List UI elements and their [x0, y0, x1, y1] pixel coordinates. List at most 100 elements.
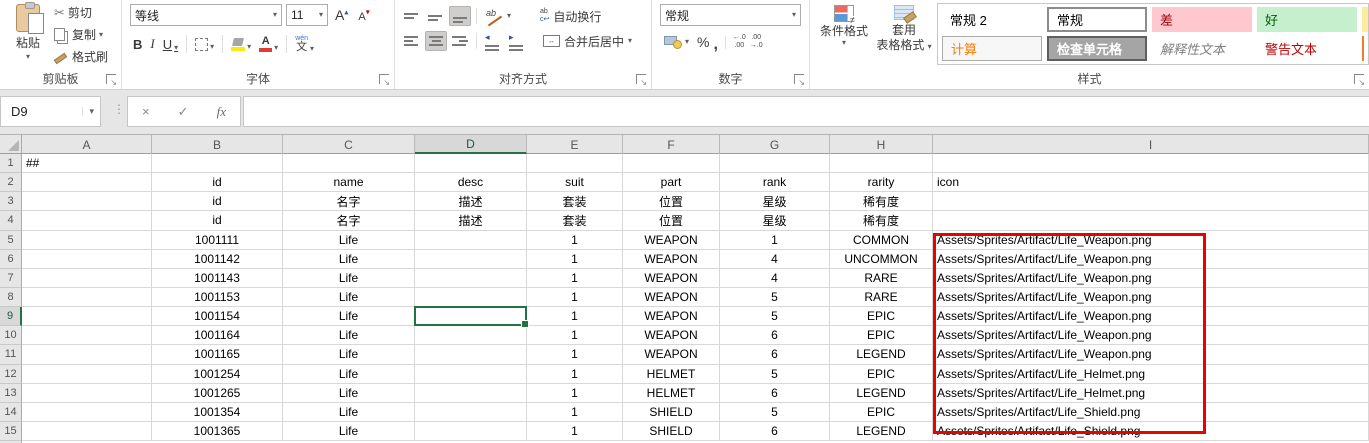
cell-D7[interactable]	[415, 269, 527, 288]
cell-H7[interactable]: RARE	[830, 269, 933, 288]
copy-dropdown-arrow[interactable]: ▾	[99, 31, 103, 39]
cell-C15[interactable]: Life	[283, 422, 415, 441]
cell-I8[interactable]: Assets/Sprites/Artifact/Life_Weapon.png	[933, 288, 1369, 307]
number-format-arrow[interactable]: ▾	[792, 11, 796, 19]
cell-B15[interactable]: 1001365	[152, 422, 283, 441]
row-header-14[interactable]: 14	[0, 403, 22, 422]
italic-button[interactable]: I	[147, 34, 157, 54]
merge-center-button[interactable]: ↔ 合并后居中 ▾	[540, 33, 635, 50]
cell-C14[interactable]: Life	[283, 403, 415, 422]
comma-style-button[interactable]: ,	[713, 35, 717, 49]
cell-G9[interactable]: 5	[720, 307, 830, 326]
cell-F2[interactable]: part	[623, 173, 720, 192]
cell-A13[interactable]	[22, 384, 152, 403]
cell-E15[interactable]: 1	[527, 422, 623, 441]
cell-C9[interactable]: Life	[283, 307, 415, 326]
col-header-H[interactable]: H	[830, 135, 933, 154]
cell-D5[interactable]	[415, 231, 527, 250]
col-header-C[interactable]: C	[283, 135, 415, 154]
cell-B1[interactable]	[152, 154, 283, 173]
cell-D8[interactable]	[415, 288, 527, 307]
row-header-6[interactable]: 6	[0, 250, 22, 269]
cell-D9[interactable]	[415, 307, 527, 326]
cell-D6[interactable]	[415, 250, 527, 269]
cell-B6[interactable]: 1001142	[152, 250, 283, 269]
style-chip-partial-9[interactable]	[1362, 36, 1369, 61]
cell-C4[interactable]: 名字	[283, 211, 415, 230]
cell-D10[interactable]	[415, 326, 527, 345]
cell-I7[interactable]: Assets/Sprites/Artifact/Life_Weapon.png	[933, 269, 1369, 288]
alignment-dialog-launcher[interactable]	[636, 74, 646, 84]
cell-E3[interactable]: 套装	[527, 192, 623, 211]
cell-H10[interactable]: EPIC	[830, 326, 933, 345]
orientation-arrow[interactable]: ▾	[507, 12, 511, 20]
font-name-combo[interactable]: 等线 ▾	[130, 4, 282, 26]
cell-F4[interactable]: 位置	[623, 211, 720, 230]
fill-color-button[interactable]: ▾	[228, 36, 254, 53]
cell-A8[interactable]	[22, 288, 152, 307]
cell-H15[interactable]: LEGEND	[830, 422, 933, 441]
cell-G3[interactable]: 星级	[720, 192, 830, 211]
font-name-arrow[interactable]: ▾	[273, 11, 277, 19]
cell-I2[interactable]: icon	[933, 173, 1369, 192]
cell-I4[interactable]	[933, 211, 1369, 230]
cell-D4[interactable]: 描述	[415, 211, 527, 230]
cell-B12[interactable]: 1001254	[152, 365, 283, 384]
row-header-1[interactable]: 1	[0, 154, 22, 173]
col-header-G[interactable]: G	[720, 135, 830, 154]
cell-F3[interactable]: 位置	[623, 192, 720, 211]
cell-B13[interactable]: 1001265	[152, 384, 283, 403]
cell-F10[interactable]: WEAPON	[623, 326, 720, 345]
cell-H4[interactable]: 稀有度	[830, 211, 933, 230]
cell-A6[interactable]	[22, 250, 152, 269]
cell-C10[interactable]: Life	[283, 326, 415, 345]
col-header-A[interactable]: A	[22, 135, 152, 154]
cell-E12[interactable]: 1	[527, 365, 623, 384]
cell-E9[interactable]: 1	[527, 307, 623, 326]
col-header-F[interactable]: F	[623, 135, 720, 154]
format-painter-button[interactable]: 格式刷	[50, 47, 112, 66]
underline-button[interactable]: U▾	[160, 35, 181, 54]
enter-button[interactable]: ✓	[178, 104, 189, 120]
cell-H8[interactable]: RARE	[830, 288, 933, 307]
cell-B11[interactable]: 1001165	[152, 345, 283, 364]
cell-I12[interactable]: Assets/Sprites/Artifact/Life_Helmet.png	[933, 365, 1369, 384]
formula-bar-resizer[interactable]: ⋮	[113, 102, 125, 116]
cell-H11[interactable]: LEGEND	[830, 345, 933, 364]
cell-D14[interactable]	[415, 403, 527, 422]
cell-A7[interactable]	[22, 269, 152, 288]
cell-H6[interactable]: UNCOMMON	[830, 250, 933, 269]
name-box[interactable]: D9 ▾	[0, 96, 101, 127]
cell-C11[interactable]: Life	[283, 345, 415, 364]
shrink-font-button[interactable]: A▾	[355, 7, 372, 23]
cell-H5[interactable]: COMMON	[830, 231, 933, 250]
row-header-15[interactable]: 15	[0, 422, 22, 441]
phonetic-arrow[interactable]: ▾	[310, 45, 314, 53]
cell-E1[interactable]	[527, 154, 623, 173]
cell-I13[interactable]: Assets/Sprites/Artifact/Life_Helmet.png	[933, 384, 1369, 403]
merge-center-arrow[interactable]: ▾	[628, 37, 632, 45]
formula-input[interactable]	[243, 96, 1369, 127]
col-header-B[interactable]: B	[152, 135, 283, 154]
cell-G6[interactable]: 4	[720, 250, 830, 269]
cell-B7[interactable]: 1001143	[152, 269, 283, 288]
cell-F6[interactable]: WEAPON	[623, 250, 720, 269]
number-dialog-launcher[interactable]	[794, 74, 804, 84]
cell-A2[interactable]	[22, 173, 152, 192]
cell-I1[interactable]	[933, 154, 1369, 173]
cell-F13[interactable]: HELMET	[623, 384, 720, 403]
cell-G2[interactable]: rank	[720, 173, 830, 192]
decrease-indent-button[interactable]: ◂	[482, 31, 504, 51]
cell-A1[interactable]: ##	[22, 154, 152, 173]
cell-C2[interactable]: name	[283, 173, 415, 192]
row-header-12[interactable]: 12	[0, 365, 22, 384]
font-dialog-launcher[interactable]	[379, 74, 389, 84]
row-header-5[interactable]: 5	[0, 231, 22, 250]
cell-G5[interactable]: 1	[720, 231, 830, 250]
cell-E2[interactable]: suit	[527, 173, 623, 192]
cell-A10[interactable]	[22, 326, 152, 345]
grow-font-button[interactable]: A▴	[332, 7, 351, 23]
percent-style-button[interactable]: %	[697, 34, 709, 50]
cell-G10[interactable]: 6	[720, 326, 830, 345]
cell-F12[interactable]: HELMET	[623, 365, 720, 384]
